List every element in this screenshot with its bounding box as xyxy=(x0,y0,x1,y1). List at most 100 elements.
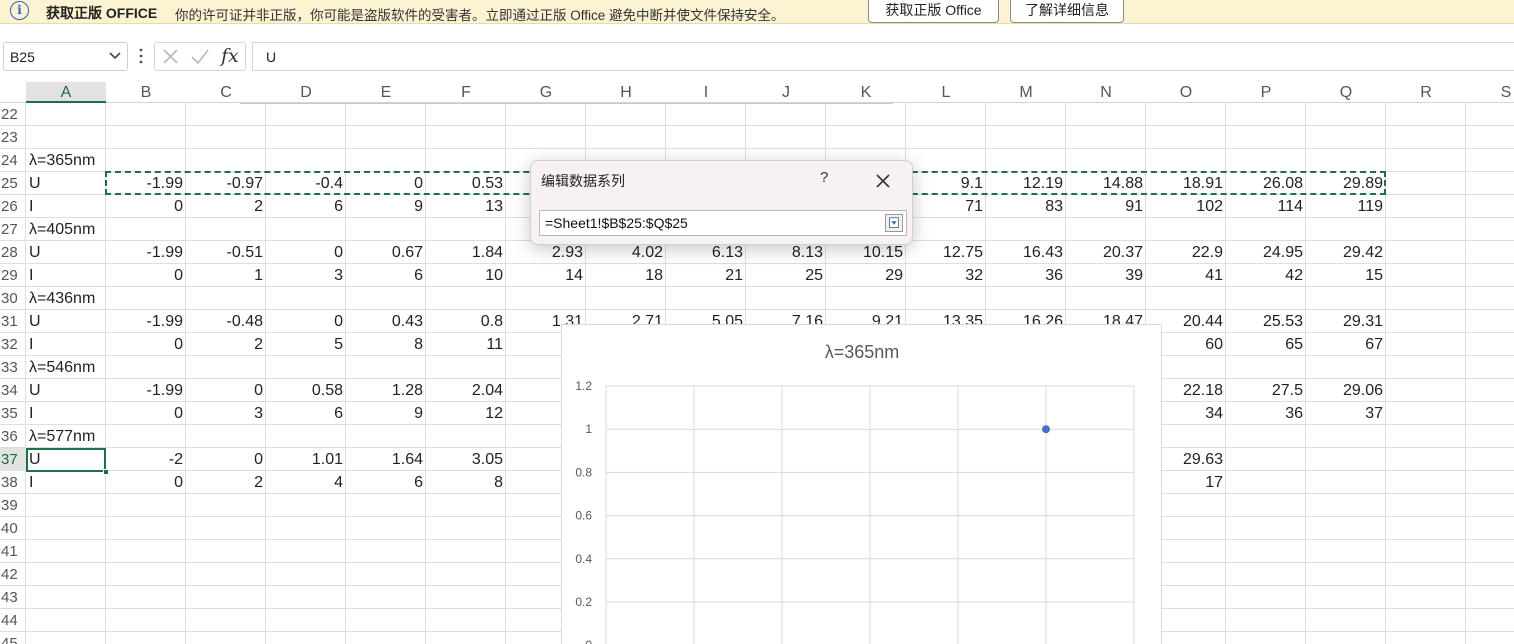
row-header-24[interactable]: 24 xyxy=(0,149,26,172)
cell-b35[interactable]: 0 xyxy=(106,402,186,425)
cell-c37[interactable]: 0 xyxy=(186,448,266,471)
more-options-icon[interactable] xyxy=(136,46,146,66)
row-header-35[interactable]: 35 xyxy=(0,402,26,425)
cell-a26[interactable]: I xyxy=(26,195,106,218)
cell-m28[interactable]: 16.43 xyxy=(986,241,1066,264)
cell-q32[interactable]: 67 xyxy=(1306,333,1386,356)
column-header-g[interactable]: G xyxy=(506,82,586,103)
cell-c26[interactable]: 2 xyxy=(186,195,266,218)
row-header-30[interactable]: 30 xyxy=(0,287,26,310)
cell-f32[interactable]: 11 xyxy=(426,333,506,356)
cell-a35[interactable]: I xyxy=(26,402,106,425)
column-header-k[interactable]: K xyxy=(826,82,906,103)
column-header-p[interactable]: P xyxy=(1226,82,1306,103)
cell-l26[interactable]: 71 xyxy=(906,195,986,218)
row-header-31[interactable]: 31 xyxy=(0,310,26,333)
cell-e29[interactable]: 6 xyxy=(346,264,426,287)
column-header-j[interactable]: J xyxy=(746,82,826,103)
cell-m26[interactable]: 83 xyxy=(986,195,1066,218)
cell-d38[interactable]: 4 xyxy=(266,471,346,494)
column-header-e[interactable]: E xyxy=(346,82,426,103)
cell-e31[interactable]: 0.43 xyxy=(346,310,426,333)
scatter-chart[interactable]: λ=365nm 1.2 1 0.8 0.6 0.4 0.2 0 xyxy=(561,324,1162,644)
cell-m29[interactable]: 36 xyxy=(986,264,1066,287)
cell-f37[interactable]: 3.05 xyxy=(426,448,506,471)
cell-p31[interactable]: 25.53 xyxy=(1226,310,1306,333)
fill-handle[interactable] xyxy=(103,469,109,475)
name-box[interactable]: B25 xyxy=(3,42,128,71)
cell-g29[interactable]: 14 xyxy=(506,264,586,287)
row-header-42[interactable]: 42 xyxy=(0,563,26,586)
column-header-c[interactable]: C xyxy=(186,82,266,103)
cell-e37[interactable]: 1.64 xyxy=(346,448,426,471)
cell-p35[interactable]: 36 xyxy=(1226,402,1306,425)
cell-a32[interactable]: I xyxy=(26,333,106,356)
cell-c28[interactable]: -0.51 xyxy=(186,241,266,264)
get-genuine-office-button[interactable]: 获取正版 Office xyxy=(868,0,999,23)
row-header-36[interactable]: 36 xyxy=(0,425,26,448)
cell-f26[interactable]: 13 xyxy=(426,195,506,218)
cell-f35[interactable]: 12 xyxy=(426,402,506,425)
row-header-43[interactable]: 43 xyxy=(0,586,26,609)
help-button[interactable]: ? xyxy=(820,169,828,186)
cell-n26[interactable]: 91 xyxy=(1066,195,1146,218)
row-header-32[interactable]: 32 xyxy=(0,333,26,356)
column-header-h[interactable]: H xyxy=(586,82,666,103)
cell-b26[interactable]: 0 xyxy=(106,195,186,218)
cell-j29[interactable]: 25 xyxy=(746,264,826,287)
cell-n28[interactable]: 20.37 xyxy=(1066,241,1146,264)
cell-a34[interactable]: U xyxy=(26,379,106,402)
row-header-33[interactable]: 33 xyxy=(0,356,26,379)
column-header-b[interactable]: B xyxy=(106,82,186,103)
series-values-input[interactable]: =Sheet1!$B$25:$Q$25 xyxy=(539,210,907,236)
column-header-d[interactable]: D xyxy=(266,82,346,103)
column-header-n[interactable]: N xyxy=(1066,82,1146,103)
cell-d26[interactable]: 6 xyxy=(266,195,346,218)
close-icon[interactable] xyxy=(871,169,895,193)
cell-q29[interactable]: 15 xyxy=(1306,264,1386,287)
column-header-a[interactable]: A xyxy=(26,82,106,103)
cell-c34[interactable]: 0 xyxy=(186,379,266,402)
row-header-44[interactable]: 44 xyxy=(0,609,26,632)
row-header-23[interactable]: 23 xyxy=(0,126,26,149)
cell-a24[interactable]: λ=365nm xyxy=(26,149,186,172)
column-header-q[interactable]: Q xyxy=(1306,82,1386,103)
cell-e32[interactable]: 8 xyxy=(346,333,426,356)
cell-q26[interactable]: 119 xyxy=(1306,195,1386,218)
cell-o29[interactable]: 41 xyxy=(1146,264,1226,287)
cell-a27[interactable]: λ=405nm xyxy=(26,218,186,241)
cell-e38[interactable]: 6 xyxy=(346,471,426,494)
cell-b37[interactable]: -2 xyxy=(106,448,186,471)
cell-f38[interactable]: 8 xyxy=(426,471,506,494)
row-header-25[interactable]: 25 xyxy=(0,172,26,195)
cell-d31[interactable]: 0 xyxy=(266,310,346,333)
row-header-22[interactable]: 22 xyxy=(0,103,26,126)
learn-more-button[interactable]: 了解详细信息 xyxy=(1010,0,1124,23)
cell-p26[interactable]: 114 xyxy=(1226,195,1306,218)
cell-o28[interactable]: 22.9 xyxy=(1146,241,1226,264)
cell-a38[interactable]: I xyxy=(26,471,106,494)
cell-c32[interactable]: 2 xyxy=(186,333,266,356)
cell-d35[interactable]: 6 xyxy=(266,402,346,425)
cell-b32[interactable]: 0 xyxy=(106,333,186,356)
cell-q31[interactable]: 29.31 xyxy=(1306,310,1386,333)
cell-k29[interactable]: 29 xyxy=(826,264,906,287)
row-header-39[interactable]: 39 xyxy=(0,494,26,517)
cell-d34[interactable]: 0.58 xyxy=(266,379,346,402)
row-header-27[interactable]: 27 xyxy=(0,218,26,241)
row-header-40[interactable]: 40 xyxy=(0,517,26,540)
row-header-28[interactable]: 28 xyxy=(0,241,26,264)
column-header-f[interactable]: F xyxy=(426,82,506,103)
row-header-29[interactable]: 29 xyxy=(0,264,26,287)
cell-b34[interactable]: -1.99 xyxy=(106,379,186,402)
cell-p28[interactable]: 24.95 xyxy=(1226,241,1306,264)
cell-a25[interactable]: U xyxy=(26,172,106,195)
cell-a28[interactable]: U xyxy=(26,241,106,264)
cell-q35[interactable]: 37 xyxy=(1306,402,1386,425)
chevron-down-icon[interactable] xyxy=(108,48,122,62)
cell-d32[interactable]: 5 xyxy=(266,333,346,356)
cell-p34[interactable]: 27.5 xyxy=(1226,379,1306,402)
range-collapse-icon[interactable] xyxy=(885,214,903,232)
column-header-i[interactable]: I xyxy=(666,82,746,103)
row-header-34[interactable]: 34 xyxy=(0,379,26,402)
